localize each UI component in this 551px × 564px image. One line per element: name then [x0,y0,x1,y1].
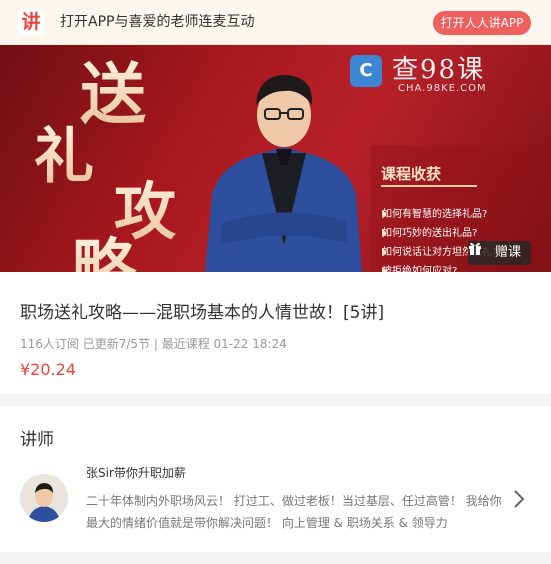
gain-item: 被拒绝如何应对? [382,266,458,272]
course-title: 职场送礼攻略——混职场基本的人情世故！[5讲] [20,303,385,323]
lecturer-description: 二十年体制内外职场风云！ 打过工、做过老板！当过基层、任过高管！ 我给你最大的情… [86,494,502,530]
app-logo-icon: 讲 [18,9,44,35]
course-price: ¥20.24 [20,360,76,379]
course-meta: 116人订阅 已更新7/5节 | 最近课程 01-22 18:24 [20,337,287,351]
lecturer-name: 张Sir带你升职加薪 [86,466,186,480]
watermark-title: 查98课 [392,55,486,85]
gain-item: 如何巧妙的送出礼品? [382,228,478,239]
gift-course-label: 赠课 [495,245,522,260]
gift-icon [469,242,481,255]
chevron-right-icon[interactable] [512,488,526,510]
top-app-bar: 讲 打开APP与喜爱的老师连麦互动 打开人人讲APP [0,0,551,45]
course-info-card: 职场送礼攻略——混职场基本的人情世故！[5讲] 116人订阅 已更新7/5节 |… [0,272,551,394]
watermark-logo-icon: C [350,55,382,87]
open-app-button[interactable]: 打开人人讲APP [433,11,531,35]
gains-title: 课程收获 [381,165,442,183]
calligraphy-char: 略 [72,232,137,272]
lecturer-photo [205,75,362,272]
lecturer-heading: 讲师 [20,430,54,450]
promo-text: 打开APP与喜爱的老师连麦互动 [60,14,255,30]
gain-item: 如何有智慧的选择礼品? [382,209,488,220]
avatar-image [20,474,68,522]
gift-course-button[interactable]: 赠课 [468,241,531,265]
calligraphy-char: 礼 [34,122,94,192]
course-banner: 送 礼 攻 略 C 查98课 CHA.98KE.COM 课程收获 如何有智慧的选… [0,45,551,272]
avatar[interactable] [20,474,68,522]
watermark-subtitle: CHA.98KE.COM [398,83,487,94]
gains-divider [381,185,477,187]
lecturer-card[interactable]: 讲师 张Sir带你升职加薪 二十年体制内外职场风云！ 打过工、做过老板！当过基层… [0,406,551,552]
